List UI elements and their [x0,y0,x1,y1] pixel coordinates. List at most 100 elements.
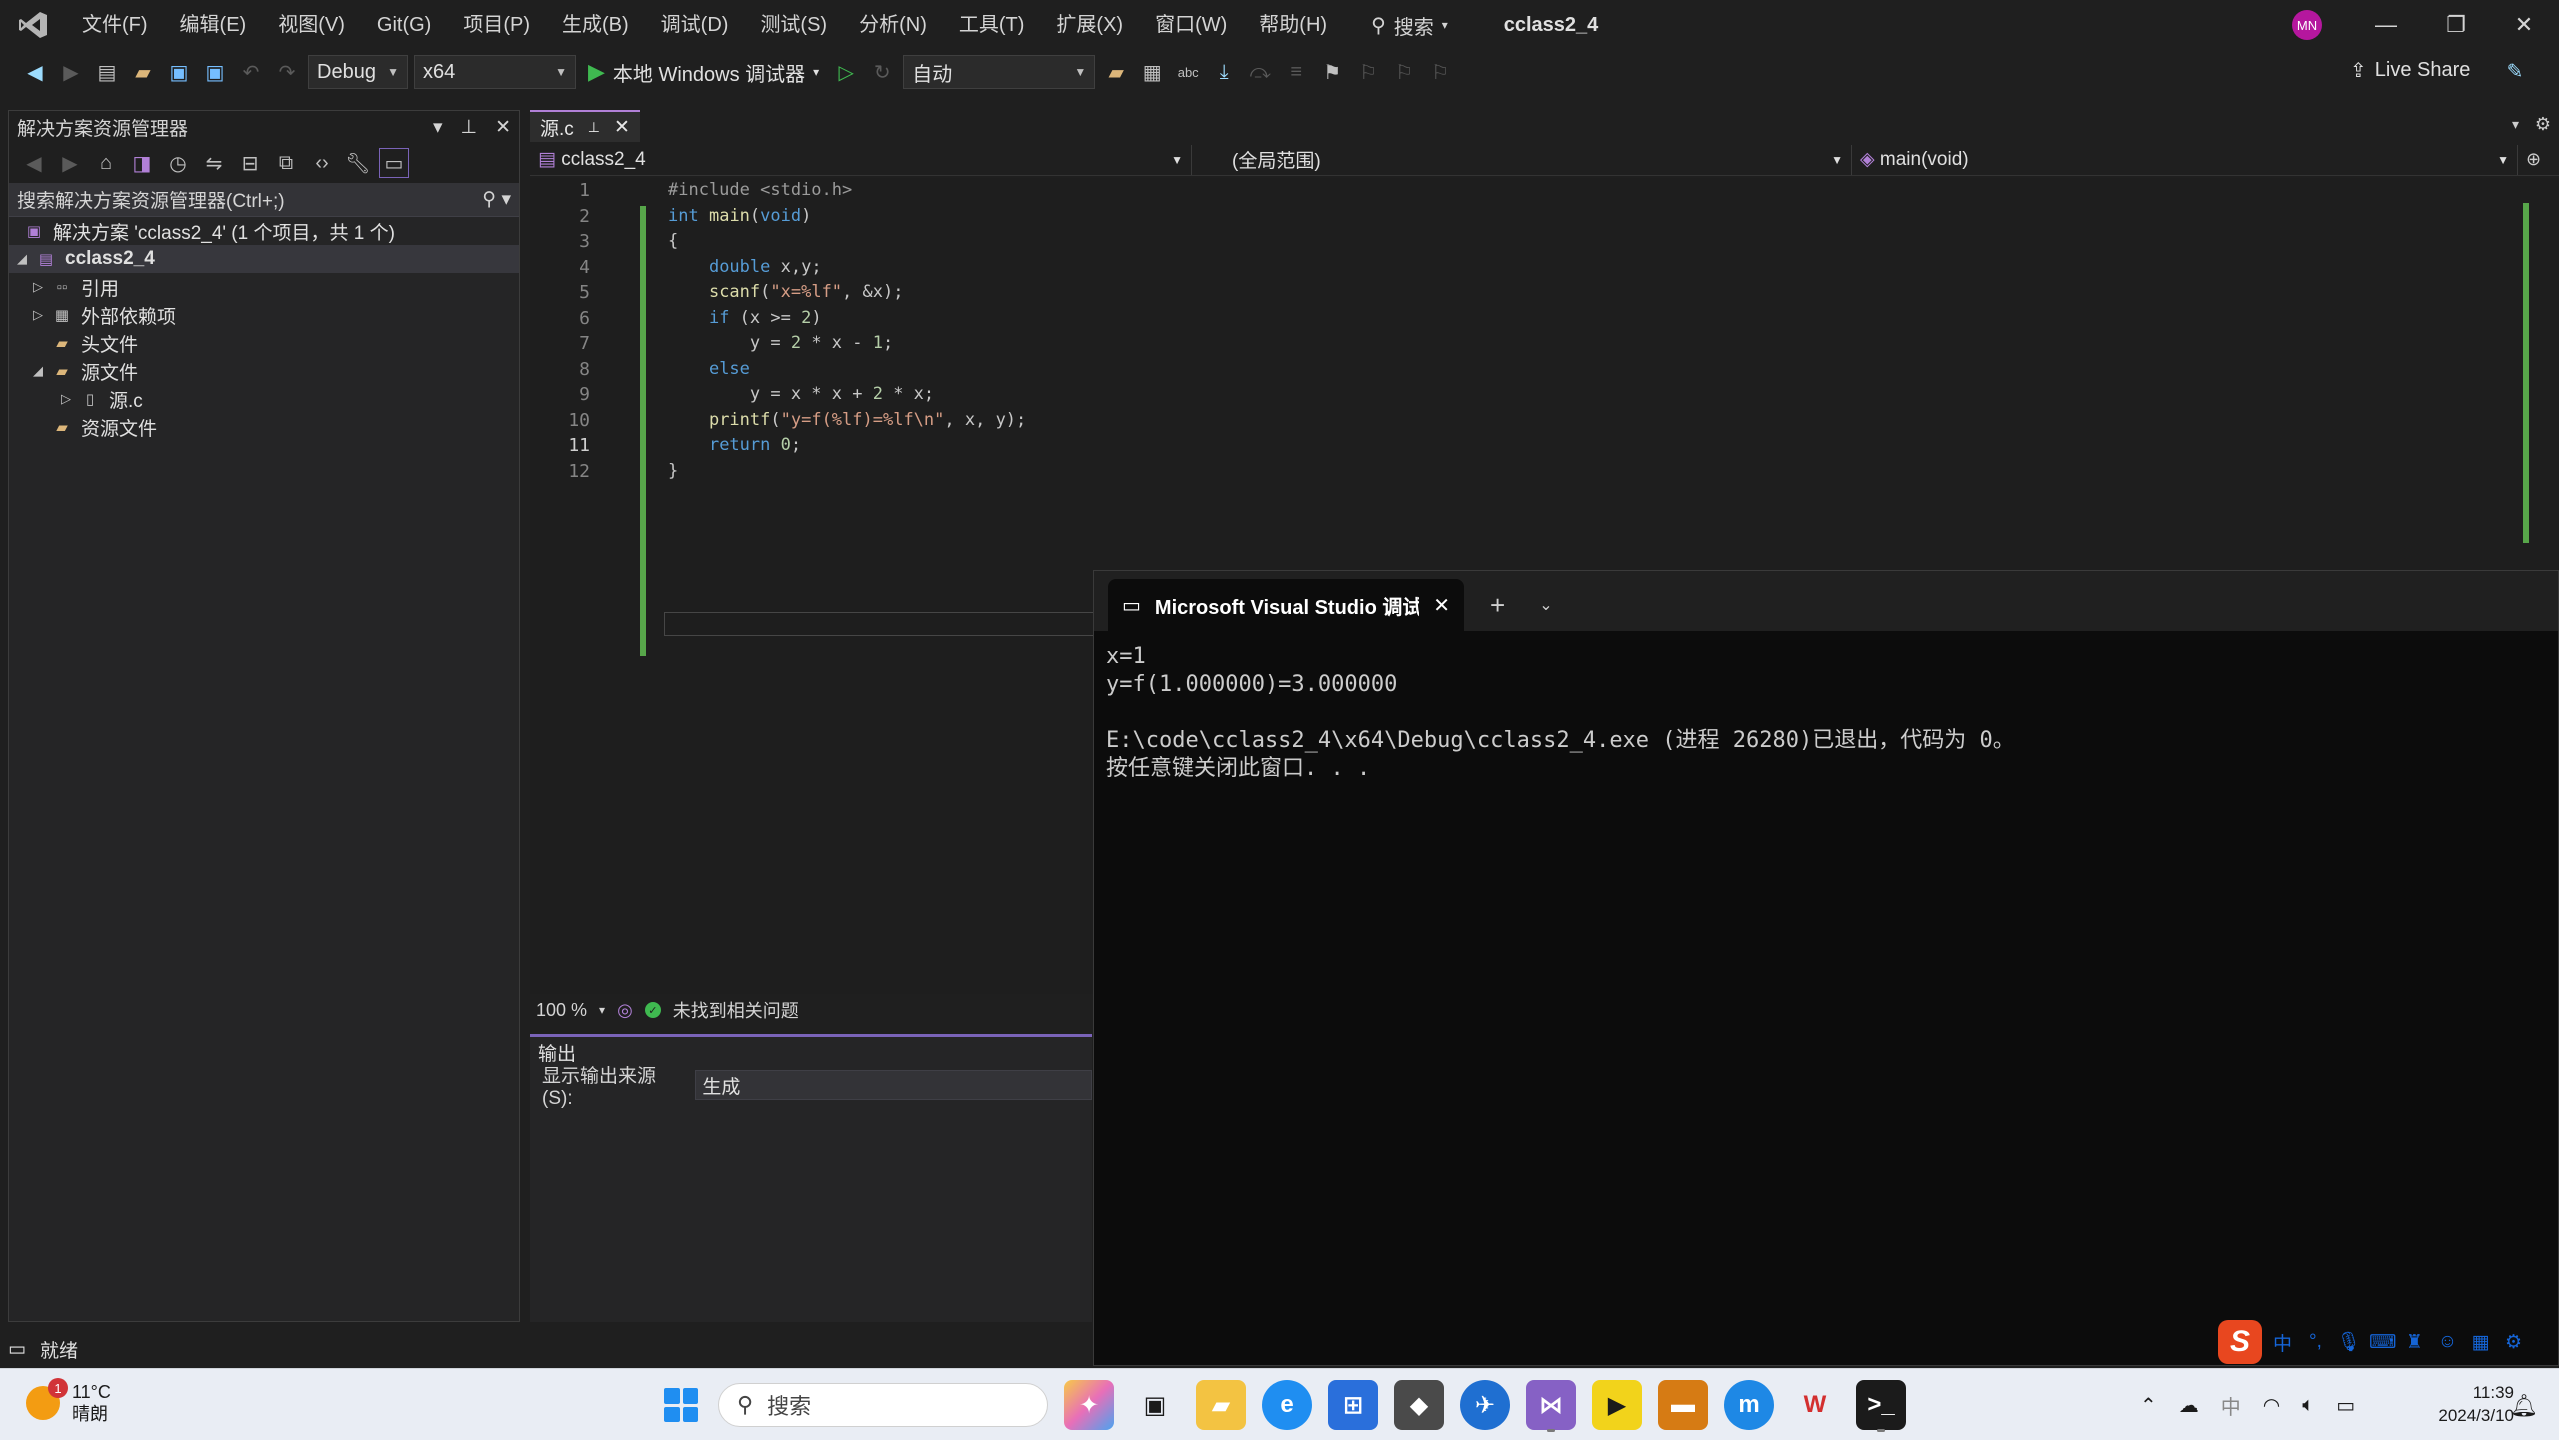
menu-window[interactable]: 窗口(W) [1139,0,1243,50]
volume-icon[interactable]: 🔈︎ [2302,1394,2314,1417]
wps-office-icon[interactable]: W [1790,1380,1840,1430]
save-all-icon[interactable]: ▣ [200,57,230,87]
spell-check-icon[interactable]: abc [1173,57,1203,87]
menu-view[interactable]: 视图(V) [262,0,361,50]
issues-status[interactable]: 未找到相关问题 [673,997,799,1023]
platform-dropdown[interactable]: x64 ▼ [414,55,576,89]
preview-icon[interactable]: ▭ [379,148,409,178]
file-explorer-icon[interactable]: ▰ [1196,1380,1246,1430]
keyboard-icon[interactable]: ⌨ [2369,1331,2396,1354]
output-source-dropdown[interactable]: 生成 [695,1070,1092,1100]
navigate-forward-icon[interactable]: ▶ [56,57,86,87]
menu-tools[interactable]: 工具(T) [943,0,1041,50]
split-editor-icon[interactable]: ⊕ [2526,149,2541,170]
input-language-icon[interactable]: 中 [2221,1391,2241,1420]
notification-bell-icon[interactable]: 🔔︎ [2510,1393,2538,1419]
close-tab-icon[interactable]: ✕ [614,116,630,139]
view-code-icon[interactable]: ‹› [307,148,337,178]
media-player-icon[interactable]: ▶ [1592,1380,1642,1430]
menu-build[interactable]: 生成(B) [546,0,645,50]
show-hidden-icons-icon[interactable]: ⌃ [2140,1393,2157,1418]
scope-dropdown[interactable]: (全局范围) ▼ [1192,144,1852,175]
tree-project[interactable]: ◢ ▤ cclass2_4 [9,245,519,273]
save-icon[interactable]: ▣ [164,57,194,87]
new-project-icon[interactable]: ▤ [92,57,122,87]
menu-project[interactable]: 项目(P) [447,0,546,50]
configuration-dropdown[interactable]: Debug ▼ [308,55,408,89]
menu-help[interactable]: 帮助(H) [1243,0,1343,50]
tab-list-icon[interactable]: ▾ [2512,116,2519,133]
bookmark-prev-icon[interactable]: ⚐ [1353,57,1383,87]
redo-icon[interactable]: ↷ [272,57,302,87]
terminal-output[interactable]: x=1 y=f(1.000000)=3.000000 E:\code\cclass2… [1094,631,2558,795]
menu-debug[interactable]: 调试(D) [645,0,745,50]
tree-source-files[interactable]: ◢ ▰ 源文件 [9,357,519,385]
switch-views-icon[interactable]: ◨ [127,148,157,178]
presentation-app-icon[interactable]: ▬ [1658,1380,1708,1430]
comment-icon[interactable]: ≡ [1281,57,1311,87]
step-over-icon[interactable]: ⤼ [1245,57,1275,87]
collapsed-arrow-icon[interactable]: ▷ [25,307,51,323]
start-debugging-button[interactable]: ▶ 本地 Windows 调试器 ▾ [582,58,825,87]
meeting-app-icon[interactable]: m [1724,1380,1774,1430]
restore-icon[interactable]: ❐ [2421,0,2491,50]
project-dropdown[interactable]: ▤ cclass2_4 ▼ [530,144,1192,175]
bookmark-icon[interactable]: ⚑ [1317,57,1347,87]
tab-source-c[interactable]: 源.c ⊥ ✕ [530,110,640,142]
battery-icon[interactable]: ▭ [2336,1393,2355,1418]
close-icon[interactable]: ✕ [495,116,511,139]
pin-icon[interactable]: ⊥ [461,116,478,139]
forward-icon[interactable]: ▶ [55,148,85,178]
ime-language[interactable]: 中 [2270,1329,2295,1356]
taskbar-search[interactable]: ⚲ 搜索 [718,1383,1048,1427]
member-dropdown[interactable]: ◈ main(void) ▼ [1852,144,2518,175]
home-icon[interactable]: ⌂ [91,148,121,178]
search-button[interactable]: ⚲ 搜索 ▾ [1359,11,1460,40]
pin-icon[interactable]: ⊥ [588,119,600,136]
new-tab-icon[interactable]: + [1490,590,1505,621]
tree-external-deps[interactable]: ▷ ▦ 外部依赖项 [9,301,519,329]
dropdown-icon[interactable]: ▾ [433,116,443,139]
undo-icon[interactable]: ↶ [236,57,266,87]
solution-search-input[interactable]: 搜索解决方案资源管理器(Ctrl+;) ⚲ ▾ [9,183,519,217]
menu-file[interactable]: 文件(F) [66,0,164,50]
tree-source-file[interactable]: ▷ ▯ 源.c [9,385,519,413]
emoji-icon[interactable]: ☺ [2435,1331,2460,1353]
copilot-app-icon[interactable]: ✦ [1064,1380,1114,1430]
minimize-icon[interactable]: — [2351,0,2421,50]
step-into-icon[interactable]: ⤓ [1209,57,1239,87]
collapsed-arrow-icon[interactable]: ▷ [53,391,79,407]
feedback-icon[interactable]: ✎ [2500,56,2530,86]
menu-analyze[interactable]: 分析(N) [843,0,943,50]
settings-icon[interactable]: ⚙ [2501,1331,2526,1354]
show-all-files-icon[interactable]: ⧉ [271,148,301,178]
feishu-icon[interactable]: ✈ [1460,1380,1510,1430]
window-layout-icon[interactable]: ▦ [1137,57,1167,87]
live-share-button[interactable]: ⇪ Live Share [2350,58,2470,83]
menu-extensions[interactable]: 扩展(X) [1040,0,1139,50]
punctuation-icon[interactable]: °, [2303,1331,2328,1353]
system-clock[interactable]: 11:39 2024/3/10 [2430,1381,2514,1427]
weather-widget[interactable]: 1 11°C 晴朗 [26,1378,111,1425]
tree-references[interactable]: ▷ ▫▫ 引用 [9,273,519,301]
tree-solution[interactable]: ▣ 解决方案 'cclass2_4' (1 个项目，共 1 个) [9,217,519,245]
edge-browser-icon[interactable]: e [1262,1380,1312,1430]
microsoft-store-icon[interactable]: ⊞ [1328,1380,1378,1430]
sync-icon[interactable]: ⇋ [199,148,229,178]
copilot-icon[interactable]: ◎ [617,1000,633,1021]
collapse-all-icon[interactable]: ⊟ [235,148,265,178]
tree-header-files[interactable]: ▰ 头文件 [9,329,519,357]
chevron-down-icon[interactable]: ▾ [599,1003,605,1017]
start-without-debugging-icon[interactable]: ▷ [831,57,861,87]
skin-icon[interactable]: ♜ [2402,1331,2427,1354]
solution-folder-icon[interactable]: ▰ [1101,57,1131,87]
task-view-icon[interactable]: ▣ [1130,1380,1180,1430]
expanded-arrow-icon[interactable]: ◢ [25,363,51,379]
chevron-down-icon[interactable]: ⌄ [1539,595,1552,615]
sogou-logo-icon[interactable]: S [2218,1320,2262,1364]
collapsed-arrow-icon[interactable]: ▷ [25,279,51,295]
unity-hub-icon[interactable]: ◆ [1394,1380,1444,1430]
close-icon[interactable]: ✕ [2489,0,2559,50]
terminal-tab[interactable]: ▭ Microsoft Visual Studio 调试 ✕ [1108,579,1464,631]
open-folder-icon[interactable]: ▰ [128,57,158,87]
